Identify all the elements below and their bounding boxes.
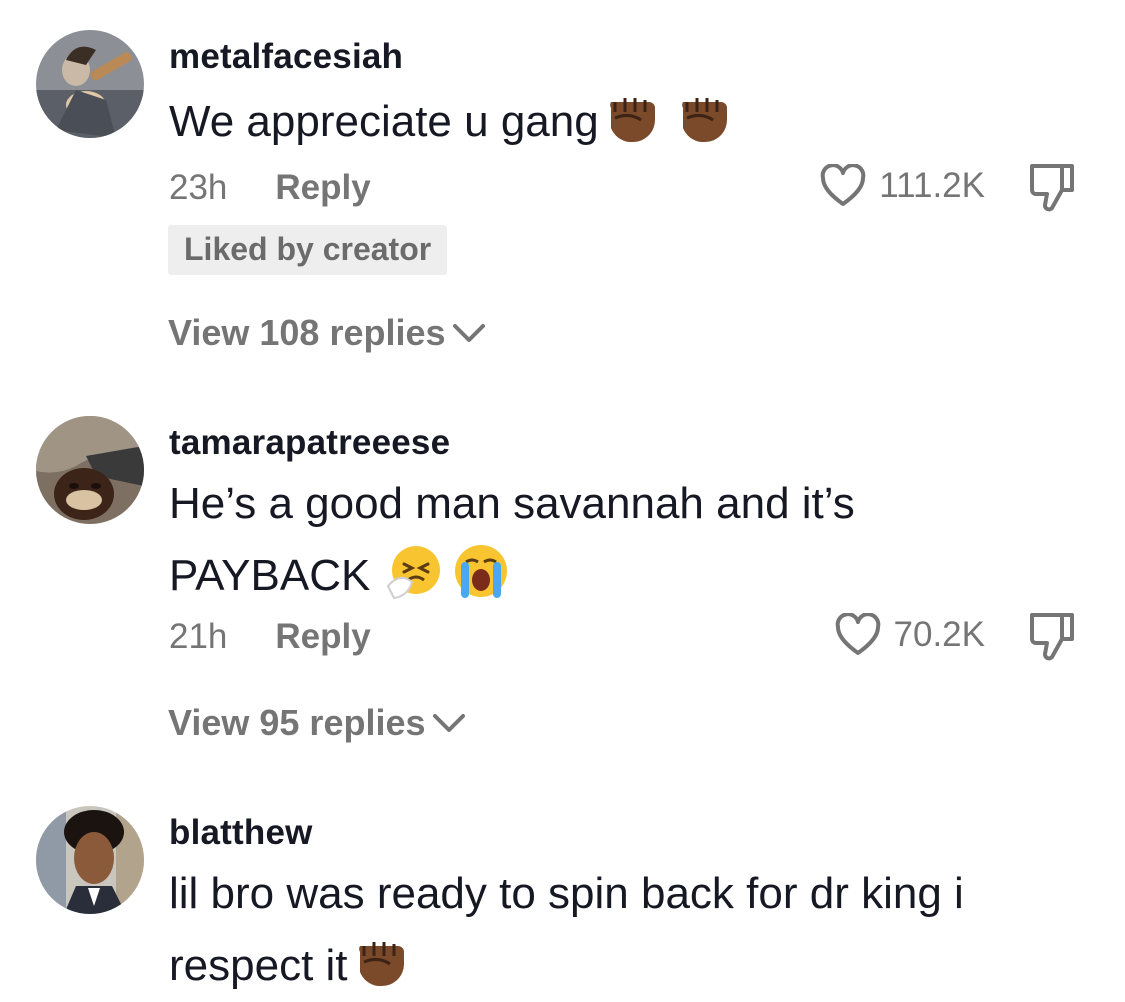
comment-text-line-2: respect it [169,930,964,1002]
heart-icon [820,164,866,206]
like-count: 70.2K [893,615,985,654]
timestamp: 23h [169,168,228,207]
view-replies-button[interactable]: View 108 replies [168,312,486,354]
comment-text-line: PAYBACK [169,551,371,600]
username[interactable]: metalfacesiah [169,37,403,77]
comment-meta: 23h Reply [169,168,371,208]
loudly-crying-face-emoji-icon [452,542,510,600]
liked-by-creator-badge: Liked by creator [168,225,448,275]
like-button[interactable]: 111.2K [819,164,985,208]
username[interactable]: blatthew [169,813,313,853]
like-button[interactable]: 70.2K [834,613,985,657]
username[interactable]: tamarapatreeese [169,423,450,463]
chevron-down-icon [432,714,465,732]
raised-fist-emoji-icon [673,88,731,146]
sneezing-face-emoji-icon [386,542,444,600]
dislike-button[interactable] [1026,160,1080,214]
view-replies-label: View 108 replies [168,312,446,353]
comment-meta: 21h Reply [169,617,371,657]
dislike-button[interactable] [1026,609,1080,663]
avatar[interactable] [36,30,144,138]
comment-text: lil bro was ready to spin back for dr ki… [169,858,964,1002]
reply-button[interactable]: Reply [275,168,370,207]
thumbs-down-icon [1030,164,1074,212]
raised-fist-emoji-icon [350,932,408,990]
reply-button[interactable]: Reply [275,617,370,656]
comment-text-line: lil bro was ready to spin back for dr ki… [169,869,964,918]
comment-text-line: respect it [169,941,348,990]
view-replies-button[interactable]: View 95 replies [168,702,466,744]
raised-fist-emoji-icon [601,88,659,146]
thumbs-down-icon [1030,613,1074,661]
comment-text-line-2: PAYBACK [169,540,855,612]
avatar[interactable] [36,806,144,914]
avatar[interactable] [36,416,144,524]
comment-text-body: We appreciate u gang [169,97,599,146]
like-count: 111.2K [879,166,985,205]
comment-text-line: He’s a good man savannah and it’s [169,479,855,528]
chevron-down-icon [452,324,485,342]
comment-text: We appreciate u gang [169,86,731,158]
comment-text: He’s a good man savannah and it’s PAYBAC… [169,468,855,612]
view-replies-label: View 95 replies [168,702,426,743]
timestamp: 21h [169,617,228,656]
heart-icon [835,613,880,655]
